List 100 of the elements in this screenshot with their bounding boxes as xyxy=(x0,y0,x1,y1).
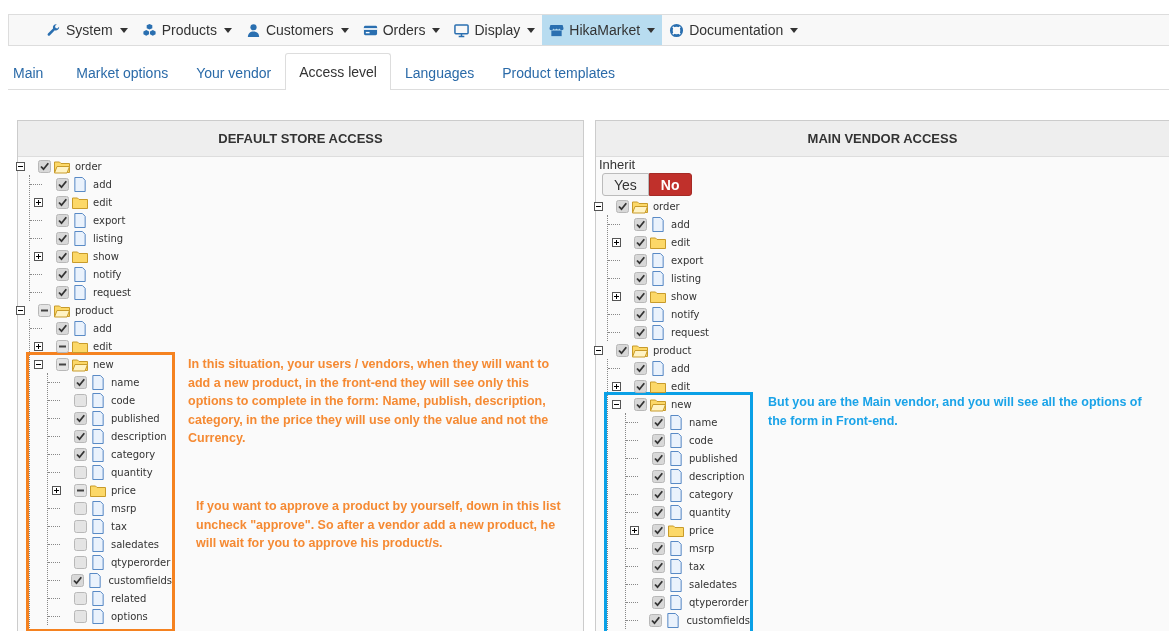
checkbox[interactable] xyxy=(634,217,647,231)
tree-item-label[interactable]: export xyxy=(93,214,126,226)
tab[interactable]: Languages xyxy=(391,55,489,90)
tab[interactable]: Access level xyxy=(285,53,391,90)
collapse-icon[interactable] xyxy=(594,345,603,355)
checkbox[interactable] xyxy=(616,199,629,213)
checkbox[interactable] xyxy=(634,397,647,411)
tree-item-label[interactable]: edit xyxy=(671,380,691,392)
tree-item-label[interactable]: new xyxy=(671,398,692,410)
menu-item[interactable]: Documentation xyxy=(662,15,806,45)
collapse-icon[interactable] xyxy=(34,359,43,369)
tree-item-label[interactable]: msrp xyxy=(689,542,715,554)
checkbox[interactable] xyxy=(56,339,69,353)
tree-item-label[interactable]: quantity xyxy=(689,506,731,518)
tree-item-label[interactable]: related xyxy=(111,592,147,604)
tree-item-label[interactable]: code xyxy=(111,394,136,406)
tree-item-label[interactable]: category xyxy=(689,488,734,500)
checkbox[interactable] xyxy=(652,559,665,573)
tree-item-label[interactable]: qtyperorder xyxy=(689,596,749,608)
tree-item-label[interactable]: request xyxy=(671,326,709,338)
tree-item-label[interactable]: edit xyxy=(93,196,113,208)
menu-item[interactable]: HikaMarket xyxy=(542,15,663,45)
collapse-icon[interactable] xyxy=(16,161,25,171)
expand-icon[interactable] xyxy=(34,251,43,261)
tree-item-label[interactable]: listing xyxy=(93,232,124,244)
checkbox[interactable] xyxy=(652,505,665,519)
checkbox[interactable] xyxy=(634,253,647,267)
tree-item-label[interactable]: new xyxy=(93,358,114,370)
checkbox[interactable] xyxy=(634,271,647,285)
checkbox[interactable] xyxy=(652,577,665,591)
tree-item-label[interactable]: add xyxy=(671,218,690,230)
collapse-icon[interactable] xyxy=(612,399,621,409)
menu-item[interactable]: System xyxy=(39,15,135,45)
tab[interactable]: Market options xyxy=(62,55,183,90)
checkbox[interactable] xyxy=(56,249,69,263)
tree-item-label[interactable]: description xyxy=(689,470,745,482)
tree-item-label[interactable]: tax xyxy=(111,520,127,532)
tab[interactable]: Product templates xyxy=(488,55,630,90)
menu-item[interactable]: Products xyxy=(134,15,239,45)
menu-item[interactable]: Customers xyxy=(238,15,356,45)
menu-item[interactable]: Orders xyxy=(355,15,448,45)
tree-item-label[interactable]: add xyxy=(93,322,112,334)
tree-item-label[interactable]: notify xyxy=(671,308,700,320)
checkbox[interactable] xyxy=(634,379,647,393)
checkbox[interactable] xyxy=(634,289,647,303)
tree-item-label[interactable]: listing xyxy=(671,272,702,284)
checkbox[interactable] xyxy=(74,537,87,551)
checkbox[interactable] xyxy=(634,325,647,339)
checkbox[interactable] xyxy=(652,487,665,501)
checkbox[interactable] xyxy=(56,267,69,281)
tree-item-label[interactable]: options xyxy=(111,610,148,622)
checkbox[interactable] xyxy=(74,591,87,605)
expand-icon[interactable] xyxy=(52,485,61,495)
checkbox[interactable] xyxy=(74,519,87,533)
tree-item-label[interactable]: published xyxy=(689,452,738,464)
tree-item-label[interactable]: customfields xyxy=(108,574,172,586)
tree-item-label[interactable]: price xyxy=(111,484,136,496)
tree-item-label[interactable]: category xyxy=(111,448,156,460)
checkbox[interactable] xyxy=(38,303,51,317)
tree-item-label[interactable]: tax xyxy=(689,560,705,572)
checkbox[interactable] xyxy=(38,159,51,173)
tree-item-label[interactable]: qtyperorder xyxy=(111,556,171,568)
checkbox[interactable] xyxy=(56,177,69,191)
tree-item-label[interactable]: show xyxy=(93,250,119,262)
tree-item-label[interactable]: product xyxy=(75,304,114,316)
checkbox[interactable] xyxy=(634,235,647,249)
checkbox[interactable] xyxy=(74,393,87,407)
checkbox[interactable] xyxy=(634,361,647,375)
checkbox[interactable] xyxy=(56,285,69,299)
expand-icon[interactable] xyxy=(630,525,639,535)
checkbox[interactable] xyxy=(71,573,85,587)
checkbox[interactable] xyxy=(74,411,87,425)
checkbox[interactable] xyxy=(616,343,629,357)
tree-item-label[interactable]: name xyxy=(689,416,718,428)
tree-item-label[interactable]: product xyxy=(653,344,692,356)
checkbox[interactable] xyxy=(74,609,87,623)
checkbox[interactable] xyxy=(74,483,87,497)
checkbox[interactable] xyxy=(56,357,69,371)
checkbox[interactable] xyxy=(652,541,665,555)
checkbox[interactable] xyxy=(652,595,665,609)
collapse-icon[interactable] xyxy=(16,305,25,315)
checkbox[interactable] xyxy=(74,501,87,515)
tree-item-label[interactable]: order xyxy=(75,160,102,172)
tree-item-label[interactable]: saledates xyxy=(689,578,738,590)
checkbox[interactable] xyxy=(652,469,665,483)
tree-item-label[interactable]: export xyxy=(671,254,704,266)
checkbox[interactable] xyxy=(74,465,87,479)
checkbox[interactable] xyxy=(652,415,665,429)
checkbox[interactable] xyxy=(652,451,665,465)
checkbox[interactable] xyxy=(56,321,69,335)
checkbox[interactable] xyxy=(56,231,69,245)
tree-item-label[interactable]: edit xyxy=(93,340,113,352)
tree-item-label[interactable]: quantity xyxy=(111,466,153,478)
checkbox[interactable] xyxy=(74,429,87,443)
tree-item-label[interactable]: notify xyxy=(93,268,122,280)
expand-icon[interactable] xyxy=(34,341,43,351)
tree-item-label[interactable]: show xyxy=(671,290,697,302)
tree-item-label[interactable]: code xyxy=(689,434,714,446)
toggle-option[interactable]: Yes xyxy=(602,173,649,196)
checkbox[interactable] xyxy=(649,613,663,627)
